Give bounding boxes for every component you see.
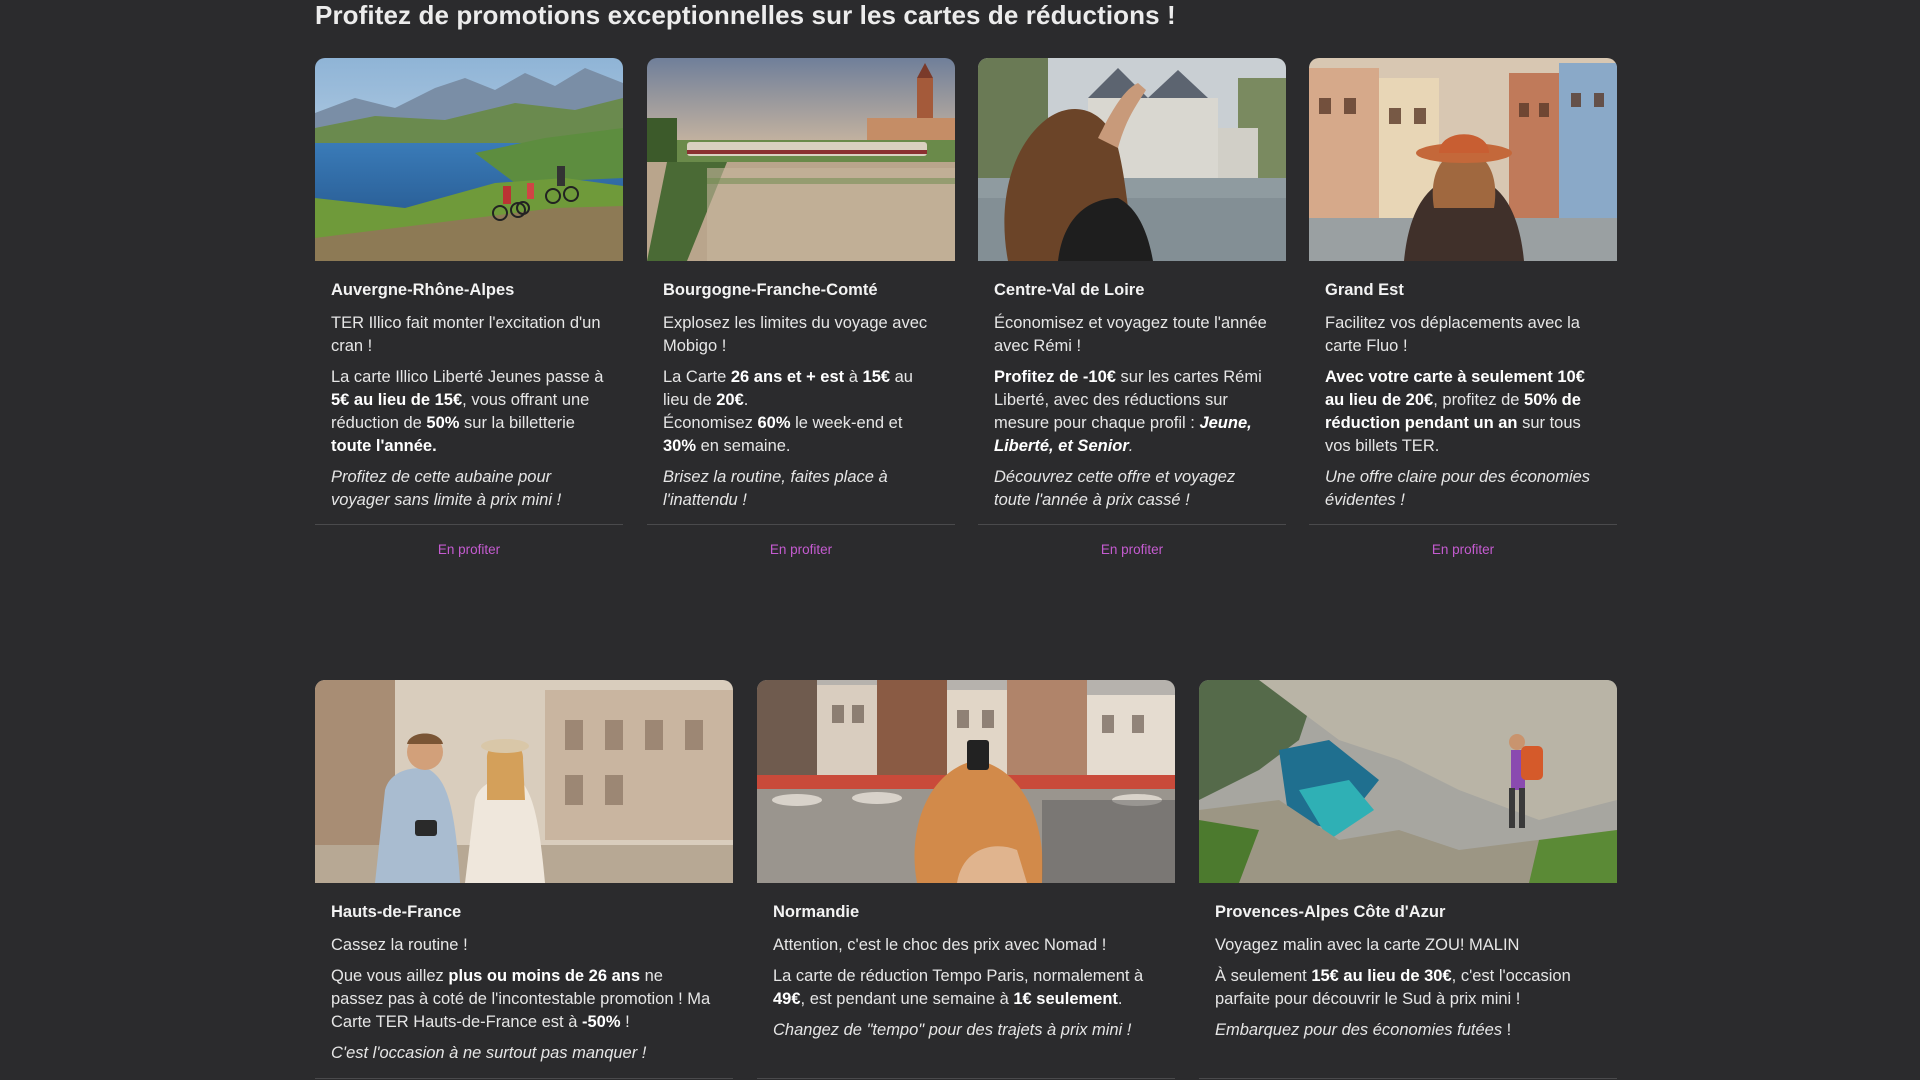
card-region-title: Bourgogne-Franche-Comté — [663, 281, 878, 299]
card-region-title: Hauts-de-France — [331, 903, 462, 921]
card-tagline: Facilitez vos déplacements avec la carte… — [1325, 314, 1580, 355]
card-tagline: Voyagez malin avec la carte ZOU! MALIN — [1215, 936, 1520, 954]
card-closing-text: Embarquez pour des économies futées ! — [1215, 1021, 1512, 1039]
card-offer-text: Profitez de -10€ sur les cartes Rémi Lib… — [994, 368, 1262, 455]
card-divider — [978, 524, 1286, 525]
rouen-woman-photo-image — [757, 680, 1175, 883]
card-closing-text: Profitez de cette aubaine pour voyager s… — [331, 468, 562, 509]
card-divider — [315, 1078, 733, 1079]
card-tagline: TER Illico fait monter l'excitation d'un… — [331, 314, 601, 355]
card-tagline: Économisez et voyagez toute l'année avec… — [994, 314, 1267, 355]
card-offer-text: La carte Illico Liberté Jeunes passe à 5… — [331, 368, 604, 455]
card-closing-text: Découvrez cette offre et voyagez toute l… — [994, 468, 1236, 509]
card-closing-text: Changez de "tempo" pour des trajets à pr… — [773, 1021, 1132, 1039]
calanques-hiker-image — [1199, 680, 1617, 883]
card-offer-text: Que vous aillez plus ou moins de 26 ans … — [331, 967, 711, 1031]
card-bourgogne-franche-comte: Bourgogne-Franche-Comté Explosez les lim… — [647, 58, 955, 578]
card-divider — [757, 1078, 1175, 1079]
card-auvergne-rhone-alpes: Auvergne-Rhône-Alpes TER Illico fait mon… — [315, 58, 623, 578]
card-region-title: Centre-Val de Loire — [994, 281, 1145, 299]
card-normandie: Normandie Attention, c'est le choc des p… — [757, 680, 1175, 1080]
card-offer-text-2: Économisez 60% le week-end et 30% en sem… — [663, 414, 903, 455]
card-hauts-de-france: Hauts-de-France Cassez la routine ! Que … — [315, 680, 733, 1080]
en-profiter-link[interactable]: En profiter — [647, 542, 955, 557]
card-divider — [1309, 524, 1617, 525]
card-divider — [1199, 1078, 1617, 1079]
card-grand-est: Grand Est Facilitez vos déplacements ave… — [1309, 58, 1617, 578]
card-region-title: Grand Est — [1325, 281, 1404, 299]
card-tagline: Cassez la routine ! — [331, 936, 468, 954]
lake-cyclists-image — [315, 58, 623, 261]
card-centre-val-de-loire: Centre-Val de Loire Économisez et voyage… — [978, 58, 1286, 578]
card-offer-text: La carte de réduction Tempo Paris, norma… — [773, 967, 1144, 1008]
card-offer-text: Avec votre carte à seulement 10€ au lieu… — [1325, 368, 1585, 455]
canal-train-image — [647, 58, 955, 261]
page-title: Profitez de promotions exceptionnelles s… — [315, 0, 1176, 30]
colmar-woman-hat-image — [1309, 58, 1617, 261]
card-divider — [647, 524, 955, 525]
card-closing-text: Brisez la routine, faites place à l'inat… — [663, 468, 888, 509]
card-region-title: Provences-Alpes Côte d'Azur — [1215, 903, 1446, 921]
card-tagline: Attention, c'est le choc des prix avec N… — [773, 936, 1107, 954]
card-region-title: Normandie — [773, 903, 860, 921]
couple-city-image — [315, 680, 733, 883]
card-provence-alpes-cote-dazur: Provences-Alpes Côte d'Azur Voyagez mali… — [1199, 680, 1617, 1080]
promotions-page: Profitez de promotions exceptionnelles s… — [0, 0, 1920, 1080]
card-closing-text: Une offre claire pour des économies évid… — [1325, 468, 1591, 509]
en-profiter-link[interactable]: En profiter — [315, 542, 623, 557]
chateau-woman-image — [978, 58, 1286, 261]
en-profiter-link[interactable]: En profiter — [978, 542, 1286, 557]
card-region-title: Auvergne-Rhône-Alpes — [331, 281, 515, 299]
card-offer-text: La Carte 26 ans et + est à 15€ au lieu d… — [663, 368, 913, 409]
card-tagline: Explosez les limites du voyage avec Mobi… — [663, 314, 928, 355]
card-closing-text: C'est l'occasion à ne surtout pas manque… — [331, 1044, 647, 1062]
en-profiter-link[interactable]: En profiter — [1309, 542, 1617, 557]
card-divider — [315, 524, 623, 525]
card-offer-text: À seulement 15€ au lieu de 30€, c'est l'… — [1215, 967, 1571, 1008]
